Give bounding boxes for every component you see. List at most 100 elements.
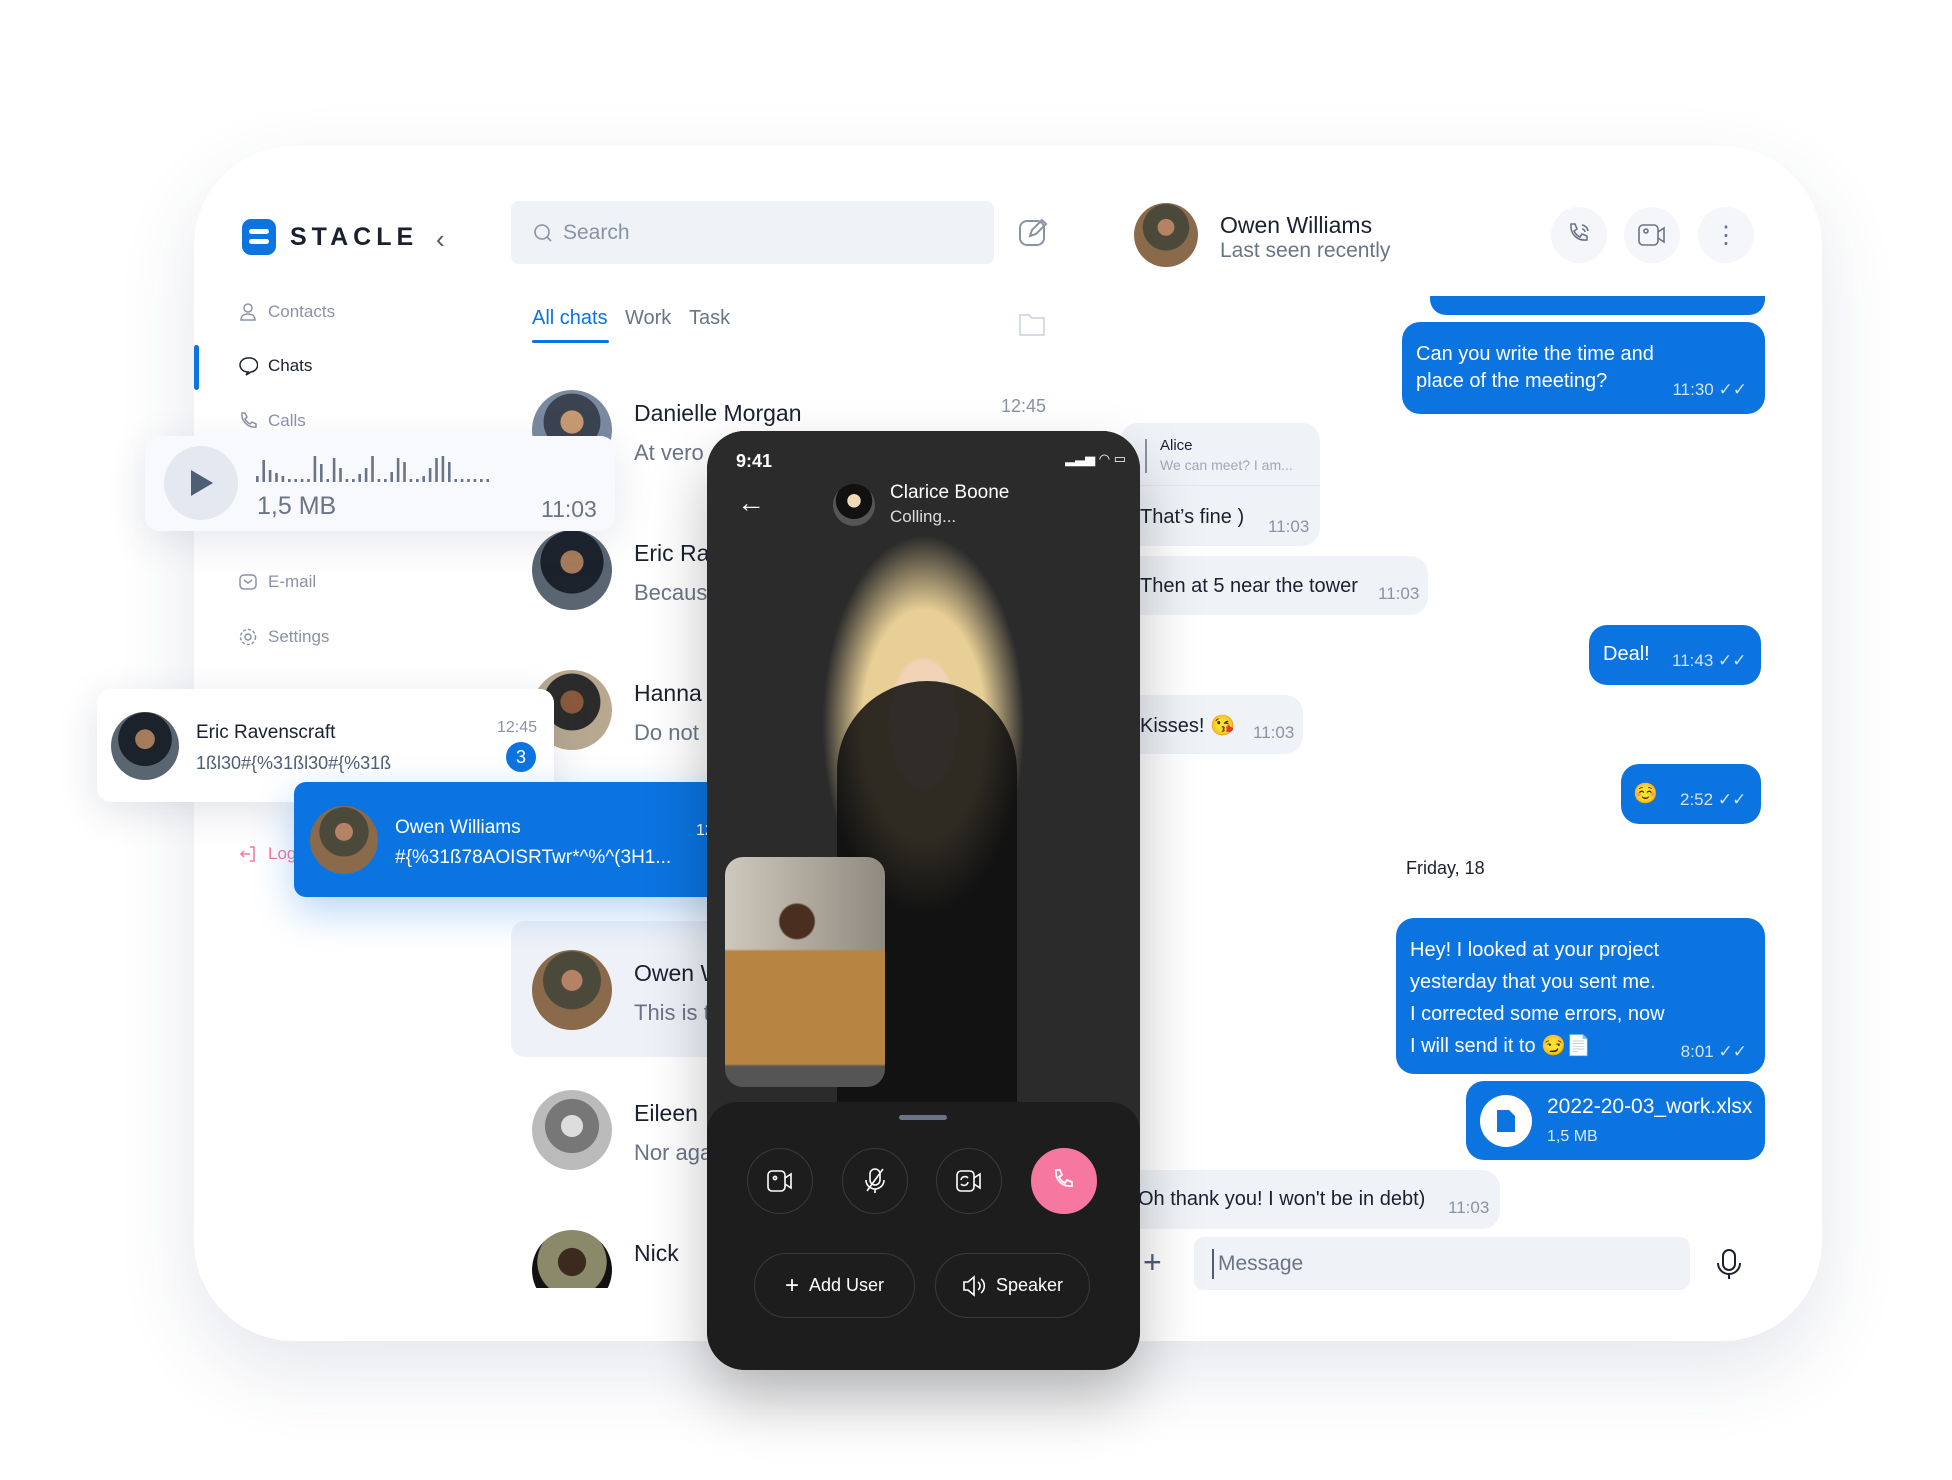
video-call-button[interactable] bbox=[1624, 207, 1680, 263]
chat-preview: At vero bbox=[634, 440, 704, 465]
waveform-bar bbox=[473, 479, 477, 482]
message-text: That’s fine ) bbox=[1140, 506, 1245, 528]
waveform bbox=[256, 456, 489, 482]
message-time: 11:03 bbox=[1253, 723, 1295, 742]
avatar bbox=[532, 530, 612, 610]
waveform-bar bbox=[396, 458, 400, 482]
waveform-bar bbox=[326, 479, 329, 482]
message-bubble-out: Hey! I looked at your project yesterday … bbox=[1396, 918, 1765, 1074]
mail-icon bbox=[239, 574, 257, 590]
waveform-bar bbox=[300, 479, 304, 482]
reply-preview: We can meet? I am... bbox=[1160, 457, 1293, 473]
message-time: 11:30 bbox=[1672, 380, 1714, 399]
waveform-bar bbox=[332, 458, 336, 482]
speaker-button[interactable]: Speaker bbox=[935, 1253, 1090, 1318]
sidebar-item-email[interactable]: E-mail bbox=[238, 572, 316, 592]
gear-icon bbox=[239, 628, 257, 646]
search-input[interactable]: Search bbox=[511, 201, 994, 264]
chat-name[interactable]: Eileen bbox=[634, 1100, 698, 1127]
chat-name[interactable]: Nick bbox=[634, 1240, 679, 1267]
caller-name: Clarice Boone bbox=[890, 482, 1010, 503]
waveform-bar bbox=[384, 479, 387, 482]
floating-chat-owen[interactable]: Owen Williams #{%31ß78AOISRTwr*^%^(3H1..… bbox=[294, 782, 752, 897]
chat-preview: #{%31ß78AOISRTwr*^%^(3H1... bbox=[395, 847, 672, 868]
chat-time: 12:45 bbox=[497, 719, 538, 736]
tab-all-chats[interactable]: All chats bbox=[532, 307, 608, 330]
message-bubble-out: ☺️ 2:52 ✓✓ bbox=[1621, 764, 1761, 824]
contact-name: Owen Williams bbox=[1220, 212, 1373, 238]
waveform-bar bbox=[313, 456, 317, 482]
message-time: 2:52 bbox=[1680, 790, 1714, 809]
message-placeholder: Message bbox=[1218, 1251, 1304, 1275]
collapse-chevron-icon[interactable]: ‹ bbox=[436, 224, 445, 255]
sidebar-item-settings[interactable]: Settings bbox=[238, 627, 329, 647]
status-icons: ▂▃▅ ◠ ▭ bbox=[1065, 451, 1126, 466]
waveform-bar bbox=[307, 479, 310, 482]
message-text: Kisses! 😘 bbox=[1140, 715, 1235, 737]
add-user-button[interactable]: + Add User bbox=[754, 1253, 915, 1318]
attach-plus-icon[interactable]: + bbox=[1143, 1244, 1162, 1281]
chat-name[interactable]: Eric Ra bbox=[634, 540, 709, 567]
waveform-bar bbox=[377, 479, 381, 482]
file-size: 1,5 MB bbox=[1547, 1128, 1598, 1145]
read-check-icon: ✓✓ bbox=[1718, 651, 1747, 670]
chat-name[interactable]: Danielle Morgan bbox=[634, 400, 801, 427]
waveform-bar bbox=[345, 479, 349, 482]
sidebar-item-contacts[interactable]: Contacts bbox=[238, 302, 335, 322]
nav-label: Chats bbox=[268, 356, 313, 375]
reply-author: Alice bbox=[1160, 437, 1193, 454]
end-call-button[interactable] bbox=[1031, 1148, 1097, 1214]
message-text: Hey! I looked at your project bbox=[1410, 939, 1660, 961]
chat-name: Owen Williams bbox=[395, 817, 521, 838]
contact-status: Last seen recently bbox=[1220, 239, 1391, 262]
waveform-bar bbox=[428, 468, 432, 482]
folder-icon[interactable] bbox=[1017, 310, 1047, 338]
mute-button[interactable] bbox=[842, 1148, 908, 1214]
chat-bubble-icon bbox=[239, 357, 258, 376]
play-button[interactable] bbox=[164, 446, 238, 520]
message-bubble-in: Kisses! 😘 11:03 bbox=[1120, 695, 1303, 754]
mic-off-icon bbox=[865, 1168, 885, 1193]
more-options-icon[interactable]: ⋮ bbox=[1698, 207, 1754, 263]
compose-icon[interactable] bbox=[1017, 216, 1049, 248]
chat-preview: Becaus bbox=[634, 580, 708, 605]
sidebar-item-logout[interactable]: Log bbox=[238, 844, 296, 864]
chat-preview: 1ßl30#{%31ßl30#{%31ß bbox=[196, 753, 392, 773]
avatar bbox=[111, 712, 179, 780]
logo-icon bbox=[242, 219, 276, 255]
chat-preview: Do not bbox=[634, 720, 699, 745]
waveform-bar bbox=[460, 479, 464, 482]
sidebar-item-calls[interactable]: Calls bbox=[238, 411, 306, 431]
voice-call-button[interactable] bbox=[1551, 207, 1607, 263]
message-text: I corrected some errors, now bbox=[1410, 1003, 1665, 1025]
waveform-bar bbox=[454, 479, 457, 482]
drag-handle[interactable] bbox=[899, 1115, 947, 1120]
message-text: Can you write the time and bbox=[1416, 343, 1654, 365]
file-attachment[interactable]: 2022-20-03_work.xlsx 1,5 MB bbox=[1466, 1081, 1765, 1160]
chat-name[interactable]: Hanna bbox=[634, 680, 702, 707]
video-icon bbox=[767, 1170, 792, 1192]
message-text: Oh thank you! I won't be in debt) bbox=[1138, 1188, 1426, 1210]
self-video-preview[interactable] bbox=[725, 857, 885, 1087]
message-bubble-out: Can you write the time and place of the … bbox=[1402, 322, 1765, 414]
tab-task[interactable]: Task bbox=[689, 307, 730, 330]
tab-work[interactable]: Work bbox=[625, 307, 671, 330]
waveform-bar bbox=[262, 460, 265, 482]
contact-avatar[interactable] bbox=[1134, 203, 1198, 267]
play-icon bbox=[191, 470, 213, 496]
phone-icon bbox=[1055, 1169, 1073, 1187]
video-toggle-button[interactable] bbox=[747, 1148, 813, 1214]
unread-badge: 3 bbox=[506, 742, 536, 772]
message-input[interactable]: Message bbox=[1194, 1237, 1690, 1290]
waveform-bar bbox=[268, 470, 272, 482]
sidebar-item-chats[interactable]: Chats bbox=[238, 356, 312, 376]
back-arrow-icon[interactable]: ← bbox=[737, 487, 765, 519]
waveform-bar bbox=[467, 479, 470, 482]
waveform-bar bbox=[441, 456, 445, 482]
voice-time: 11:03 bbox=[541, 496, 597, 522]
message-time: 11:03 bbox=[1268, 517, 1310, 536]
waveform-bar bbox=[403, 462, 406, 482]
microphone-icon[interactable] bbox=[1715, 1248, 1743, 1280]
switch-camera-button[interactable] bbox=[936, 1148, 1002, 1214]
date-separator: Friday, 18 bbox=[1406, 858, 1485, 878]
